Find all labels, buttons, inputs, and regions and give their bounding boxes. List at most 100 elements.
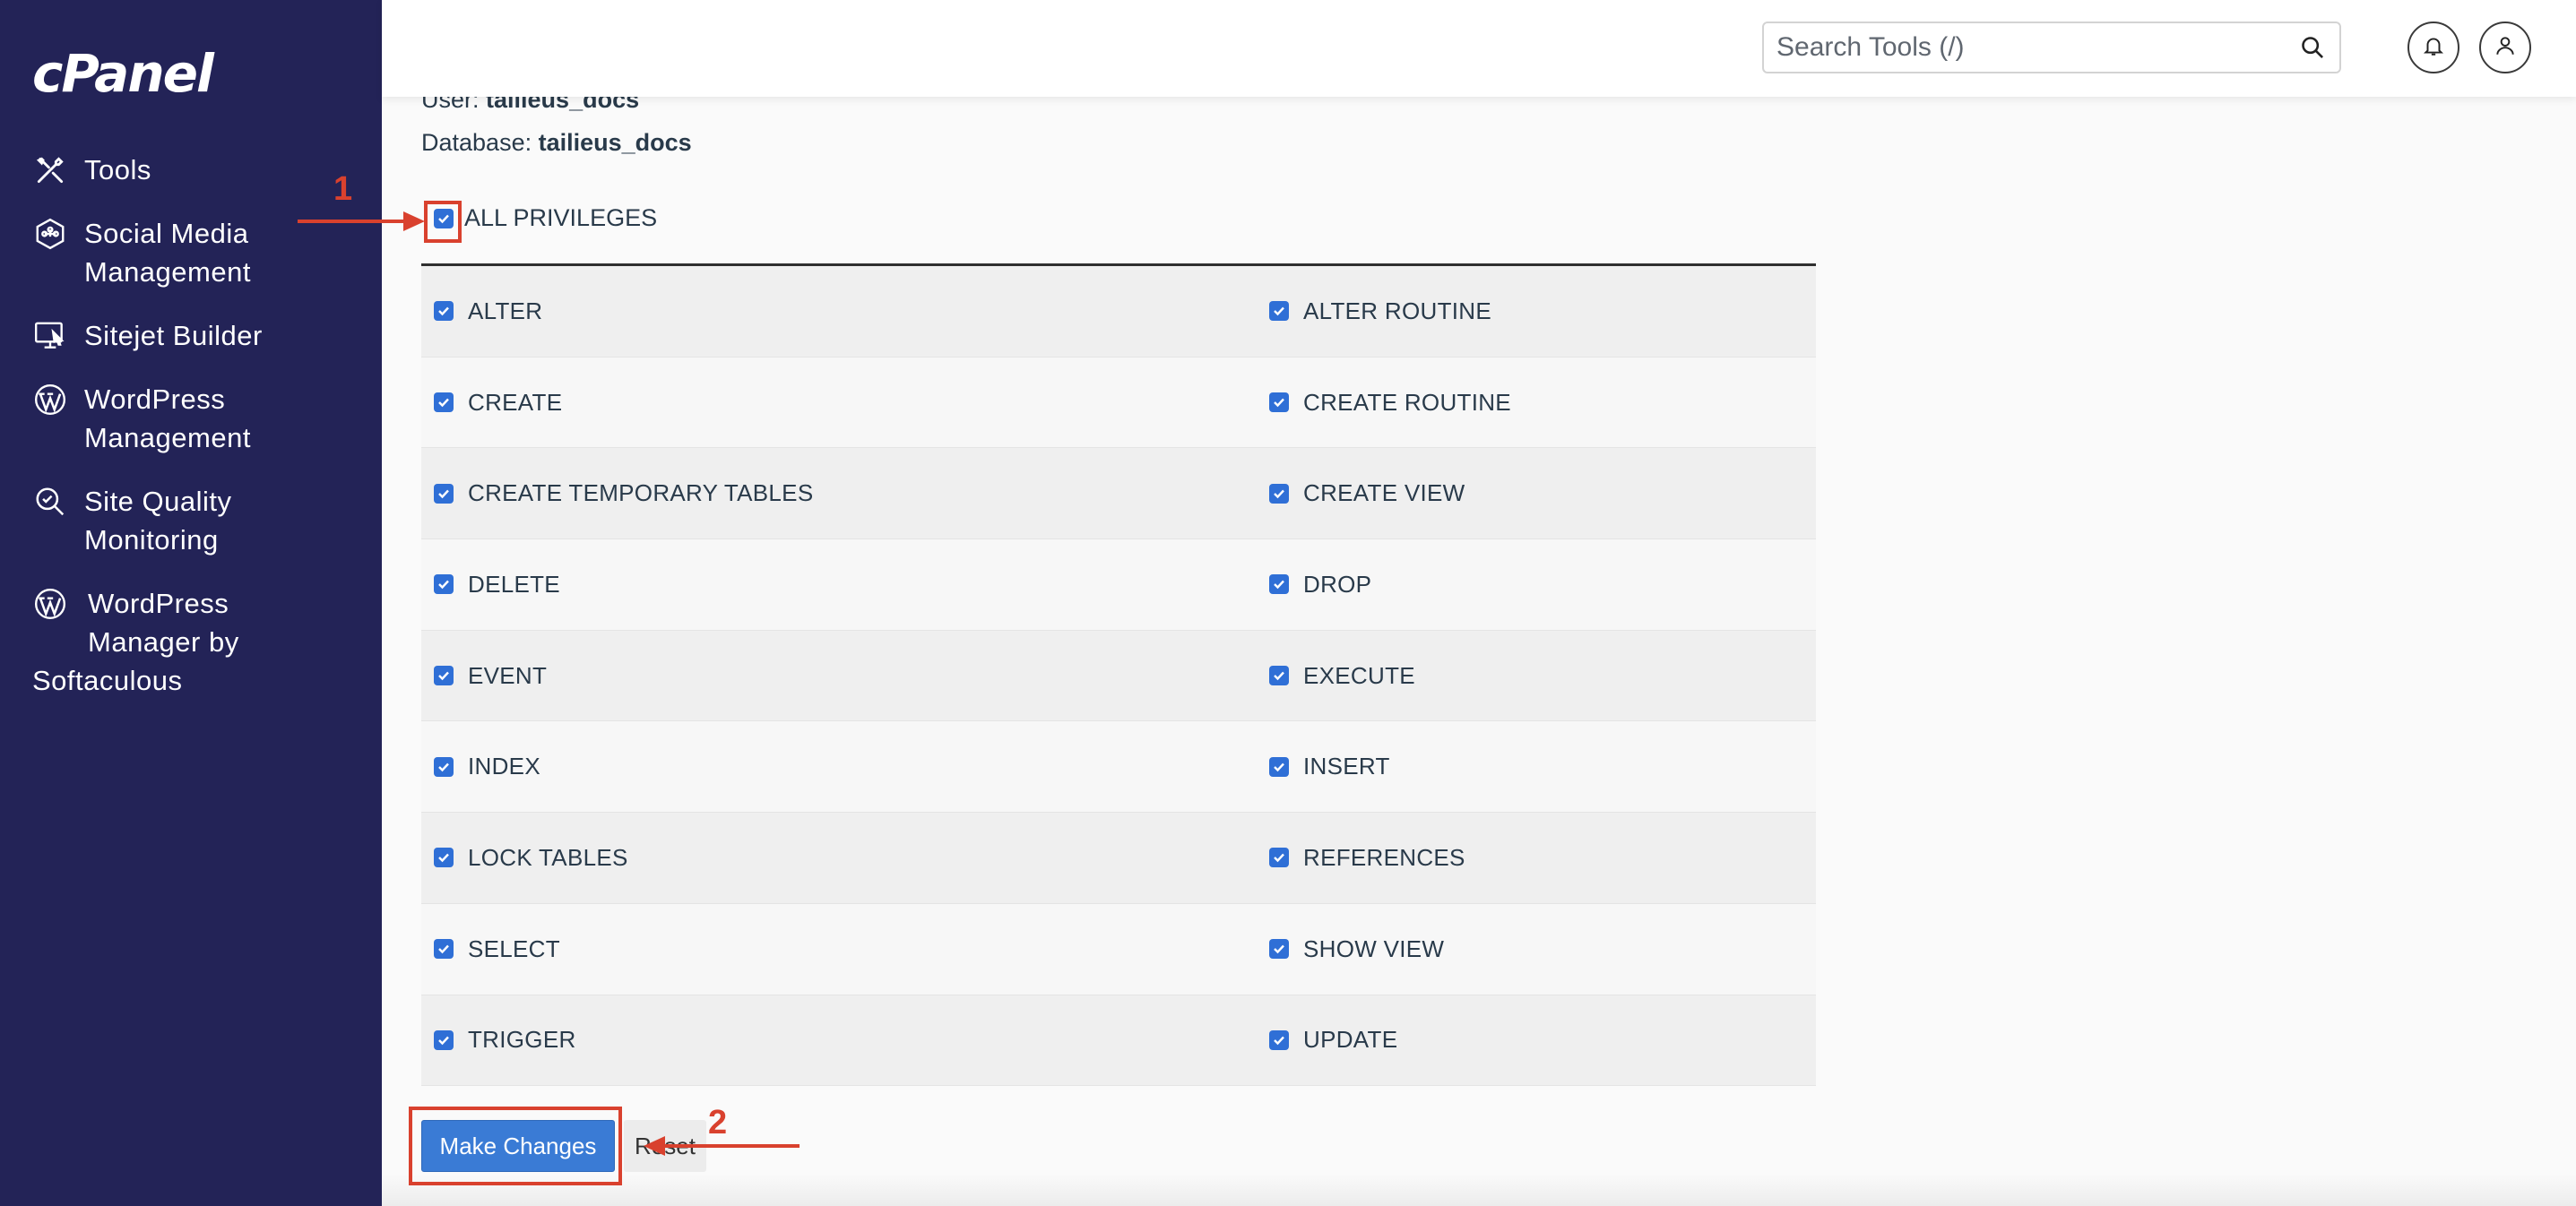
privilege-checkbox[interactable]	[434, 666, 454, 686]
privilege-label: CREATE TEMPORARY TABLES	[468, 479, 814, 507]
privilege-option[interactable]: CREATE	[434, 389, 562, 417]
privilege-label: CREATE ROUTINE	[1303, 388, 1511, 416]
privilege-option[interactable]: SELECT	[434, 935, 560, 963]
privilege-label: INDEX	[468, 753, 540, 780]
annotation-arrow-1	[298, 211, 425, 231]
privilege-checkbox[interactable]	[434, 1029, 454, 1050]
privilege-checkbox[interactable]	[1269, 392, 1289, 413]
sidebar-item-label: Management	[84, 422, 251, 453]
privilege-checkbox[interactable]	[1269, 483, 1289, 504]
bell-icon	[2422, 34, 2445, 62]
privilege-option[interactable]: DELETE	[434, 571, 560, 599]
privilege-checkbox[interactable]	[434, 483, 454, 504]
privilege-option[interactable]: UPDATE	[1269, 1026, 1397, 1054]
privilege-label: SHOW VIEW	[1303, 935, 1445, 962]
privilege-option[interactable]: LOCK TABLES	[434, 844, 628, 872]
annotation-arrow-2	[644, 1136, 800, 1156]
wordpress-icon	[32, 586, 68, 622]
privilege-checkbox[interactable]	[1269, 939, 1289, 960]
privilege-checkbox[interactable]	[1269, 574, 1289, 595]
sidebar-item-wordpress-softaculous[interactable]: WordPress Manager by Softaculous	[32, 584, 364, 700]
privilege-option[interactable]: INSERT	[1269, 753, 1390, 780]
privilege-row: TRIGGER UPDATE	[421, 995, 1816, 1087]
privilege-label: DELETE	[468, 570, 560, 598]
sidebar-item-label: Tools	[84, 154, 151, 185]
notifications-button[interactable]	[2407, 22, 2459, 73]
privilege-option[interactable]: DROP	[1269, 571, 1371, 599]
privileges-table: ALTER ALTER ROUTINE CREATE CREATE ROUTINE CR…	[421, 263, 1816, 1087]
privilege-option[interactable]: ALTER ROUTINE	[1269, 297, 1491, 325]
privilege-label: ALTER	[468, 297, 543, 324]
sidebar-item-wordpress-management[interactable]: WordPress Management	[32, 380, 364, 457]
privilege-label: REFERENCES	[1303, 843, 1465, 871]
privilege-label: UPDATE	[1303, 1026, 1398, 1054]
annotation-box-2	[409, 1107, 622, 1185]
privilege-row: LOCK TABLES REFERENCES	[421, 813, 1816, 904]
privilege-option[interactable]: SHOW VIEW	[1269, 935, 1444, 963]
privilege-checkbox[interactable]	[1269, 848, 1289, 868]
privilege-row: DELETE DROP	[421, 539, 1816, 631]
privilege-option[interactable]: EVENT	[434, 662, 547, 690]
search-icon[interactable]	[2295, 30, 2330, 65]
sidebar-item-label: Social Media	[84, 218, 249, 249]
privilege-checkbox[interactable]	[434, 301, 454, 322]
sidebar: cPanel Tools Social Media Management Sit…	[0, 0, 382, 1206]
sidebar-item-sitejet[interactable]: Sitejet Builder	[32, 316, 364, 355]
privilege-row: INDEX INSERT	[421, 721, 1816, 814]
sidebar-item-label: Site Quality	[84, 486, 232, 517]
sidebar-item-label: WordPress	[84, 383, 226, 415]
database-value: tailieus_docs	[538, 129, 692, 156]
search-input[interactable]	[1764, 23, 2295, 72]
top-header	[382, 0, 2576, 97]
sidebar-item-tools[interactable]: Tools	[32, 151, 364, 189]
sitejet-icon	[32, 318, 68, 354]
privilege-option[interactable]: REFERENCES	[1269, 844, 1465, 872]
sidebar-item-label: WordPress	[88, 588, 229, 619]
annotation-box-1	[424, 201, 462, 243]
privilege-label: ALTER ROUTINE	[1303, 297, 1491, 324]
privilege-checkbox[interactable]	[1269, 666, 1289, 686]
annotation-number-1: 1	[333, 170, 353, 208]
sidebar-item-label: Sitejet Builder	[84, 320, 263, 351]
sidebar-item-label: Management	[84, 256, 251, 288]
privilege-row: SELECT SHOW VIEW	[421, 903, 1816, 995]
sidebar-item-label: Manager by	[88, 626, 239, 658]
social-media-icon	[32, 216, 68, 252]
privilege-checkbox[interactable]	[1269, 1029, 1289, 1050]
privilege-row: EVENT EXECUTE	[421, 630, 1816, 722]
sidebar-item-label: Monitoring	[84, 524, 219, 556]
privilege-label: DROP	[1303, 570, 1372, 598]
privilege-option[interactable]: EXECUTE	[1269, 662, 1415, 690]
privilege-checkbox[interactable]	[434, 392, 454, 413]
privilege-row: CREATE CREATE ROUTINE	[421, 357, 1816, 449]
user-menu-button[interactable]	[2479, 22, 2531, 73]
search-box	[1762, 22, 2341, 73]
privilege-label: INSERT	[1303, 753, 1390, 780]
sidebar-item-label: Softaculous	[32, 665, 183, 696]
database-label: Database:	[421, 129, 532, 156]
cpanel-logo[interactable]: cPanel	[32, 43, 214, 104]
privilege-checkbox[interactable]	[434, 939, 454, 960]
user-icon	[2494, 34, 2517, 62]
privilege-option[interactable]: CREATE VIEW	[1269, 479, 1465, 507]
privilege-label: TRIGGER	[468, 1026, 576, 1054]
privilege-checkbox[interactable]	[434, 756, 454, 777]
privilege-option[interactable]: TRIGGER	[434, 1026, 576, 1054]
tools-icon	[32, 152, 68, 188]
privilege-option[interactable]: CREATE TEMPORARY TABLES	[434, 479, 813, 507]
sidebar-item-site-quality[interactable]: Site Quality Monitoring	[32, 482, 364, 559]
all-privileges-option[interactable]: ALL PRIVILEGES	[434, 204, 657, 232]
privilege-checkbox[interactable]	[1269, 301, 1289, 322]
privilege-row: ALTER ALTER ROUTINE	[421, 266, 1816, 357]
privilege-checkbox[interactable]	[1269, 756, 1289, 777]
privilege-label: CREATE VIEW	[1303, 479, 1465, 507]
privilege-checkbox[interactable]	[434, 848, 454, 868]
database-info: Database: tailieus_docs	[421, 120, 692, 165]
privilege-option[interactable]: INDEX	[434, 753, 540, 780]
privilege-option[interactable]: ALTER	[434, 297, 542, 325]
privilege-option[interactable]: CREATE ROUTINE	[1269, 389, 1511, 417]
privilege-label: SELECT	[468, 935, 560, 962]
site-quality-icon	[32, 484, 68, 520]
bottom-edge	[382, 1174, 2576, 1206]
privilege-checkbox[interactable]	[434, 574, 454, 595]
